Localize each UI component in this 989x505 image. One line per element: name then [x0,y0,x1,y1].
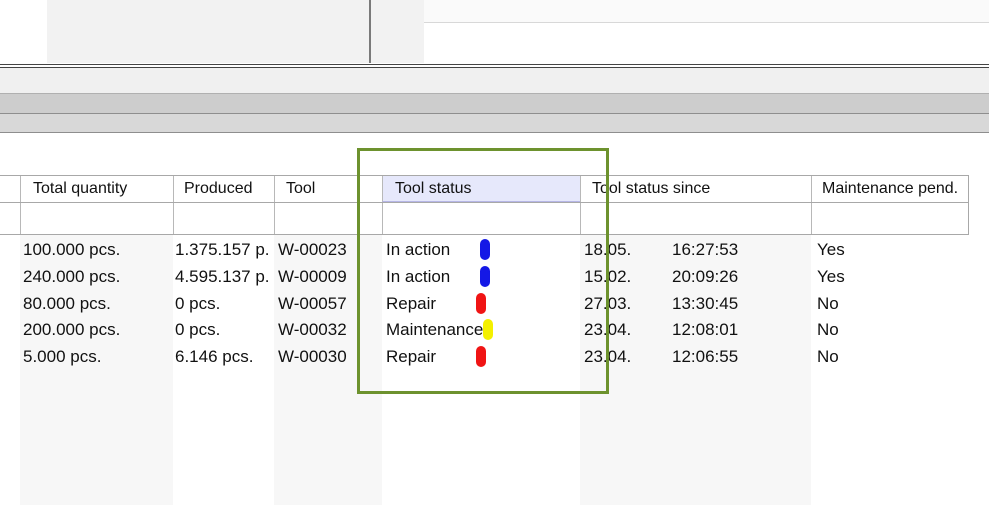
cell-tool: W-00030 [278,347,347,366]
cell-produced: 4.595.137 p. [175,267,270,286]
cell-produced: 1.375.157 p. [175,240,270,259]
top-panel-cell [424,0,989,22]
status-dot-icon [480,266,490,287]
filter-total-quantity [20,203,173,234]
app-window: Total quantity Produced Tool Tool status… [0,0,989,505]
filter-input-maintenance-pending[interactable] [812,203,969,234]
column-header-tool[interactable]: Tool [274,176,382,202]
table-row[interactable]: 5.000 pcs. 6.146 pcs. W-00030 Repair 23.… [0,343,989,370]
cell-total-quantity: 5.000 pcs. [23,347,102,366]
cell-status-time: 12:08:01 [672,320,739,339]
cell-maintenance-pending: Yes [817,267,845,286]
filter-input-produced[interactable] [174,203,274,234]
cell-status-time: 20:09:26 [672,267,739,286]
cell-maintenance-pending: Yes [817,240,845,259]
cell-tool-status: In action [386,240,451,259]
cell-total-quantity: 100.000 pcs. [23,240,121,259]
cell-status-date: 18.05. [584,240,632,259]
divider [0,64,989,65]
filter-input-tool[interactable] [275,203,382,234]
filter-input-total-quantity[interactable] [21,203,173,234]
cell-maintenance-pending: No [817,320,839,339]
cell-status-date: 27.03. [584,294,632,313]
toolbar-band [0,93,989,113]
cell-status-date: 23.04. [584,347,632,366]
filter-produced [173,203,274,234]
cell-tool-status: Repair [386,347,437,366]
cell-tool-status: Repair [386,294,437,313]
column-header-produced[interactable]: Produced [173,176,274,202]
toolbar-band [0,113,989,133]
cell-produced: 6.146 pcs. [175,347,254,366]
column-header-maintenance-pending[interactable]: Maintenance pend. [811,176,969,202]
grid-filter-row [0,203,969,235]
cell-produced: 0 pcs. [175,294,221,313]
cell-tool: W-00009 [278,267,347,286]
divider [424,22,989,23]
cell-total-quantity: 80.000 pcs. [23,294,111,313]
cell-maintenance-pending: No [817,294,839,313]
cell-status-time: 16:27:53 [672,240,739,259]
table-row[interactable]: 240.000 pcs. 4.595.137 p. W-00009 In act… [0,263,989,290]
table-row[interactable]: 100.000 pcs. 1.375.157 p. W-00023 In act… [0,236,989,263]
cell-tool: W-00023 [278,240,347,259]
table-row[interactable]: 80.000 pcs. 0 pcs. W-00057 Repair 27.03.… [0,290,989,317]
divider [968,175,969,235]
cell-status-time: 12:06:55 [672,347,739,366]
cell-maintenance-pending: No [817,347,839,366]
filter-tool-status [382,203,580,234]
filter-input-tool-status-since[interactable] [581,203,811,234]
column-header-tool-status-since[interactable]: Tool status since [580,176,811,202]
top-panel-cell [371,0,424,63]
cell-tool: W-00057 [278,294,347,313]
grid-header-row: Total quantity Produced Tool Tool status… [0,175,969,203]
cell-produced: 0 pcs. [175,320,221,339]
toolbar-area [0,68,989,93]
filter-input-tool-status[interactable] [383,203,580,234]
filter-tool [274,203,382,234]
status-dot-icon [480,239,490,260]
status-dot-icon [476,346,486,367]
cell-tool-status: Maintenance [386,320,484,339]
table-row[interactable]: 200.000 pcs. 0 pcs. W-00032 Maintenance … [0,316,989,343]
cell-tool-status: In action [386,267,451,286]
cell-tool: W-00032 [278,320,347,339]
filter-maintenance-pending [811,203,969,234]
column-header-tool-status[interactable]: Tool status [382,176,580,202]
cell-status-date: 15.02. [584,267,632,286]
status-dot-icon [476,293,486,314]
cell-status-time: 13:30:45 [672,294,739,313]
cell-status-date: 23.04. [584,320,632,339]
top-panel-cell [47,0,369,63]
filter-tool-status-since [580,203,811,234]
status-dot-icon [483,319,493,340]
cell-total-quantity: 240.000 pcs. [23,267,121,286]
cell-total-quantity: 200.000 pcs. [23,320,121,339]
column-header-total-quantity[interactable]: Total quantity [20,176,173,202]
